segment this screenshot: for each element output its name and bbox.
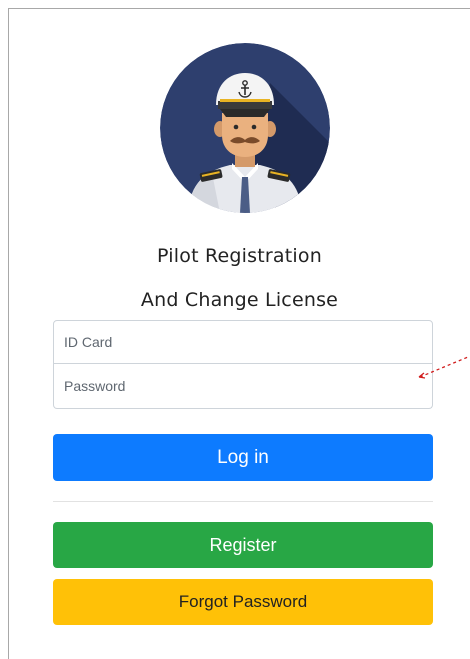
page-title-line2: And Change License [140,289,339,311]
annotation-arrow-icon [418,355,470,379]
page-title-line1: Pilot Registration [157,245,322,267]
register-button[interactable]: Register [53,522,433,568]
pilot-avatar-icon [160,43,330,213]
divider [53,501,433,502]
login-card: Pilot Registration And Change License Lo… [8,8,470,659]
password-input[interactable] [53,364,433,409]
id-card-input[interactable] [53,320,433,364]
login-button[interactable]: Log in [53,434,433,481]
forgot-password-button[interactable]: Forgot Password [53,579,433,625]
